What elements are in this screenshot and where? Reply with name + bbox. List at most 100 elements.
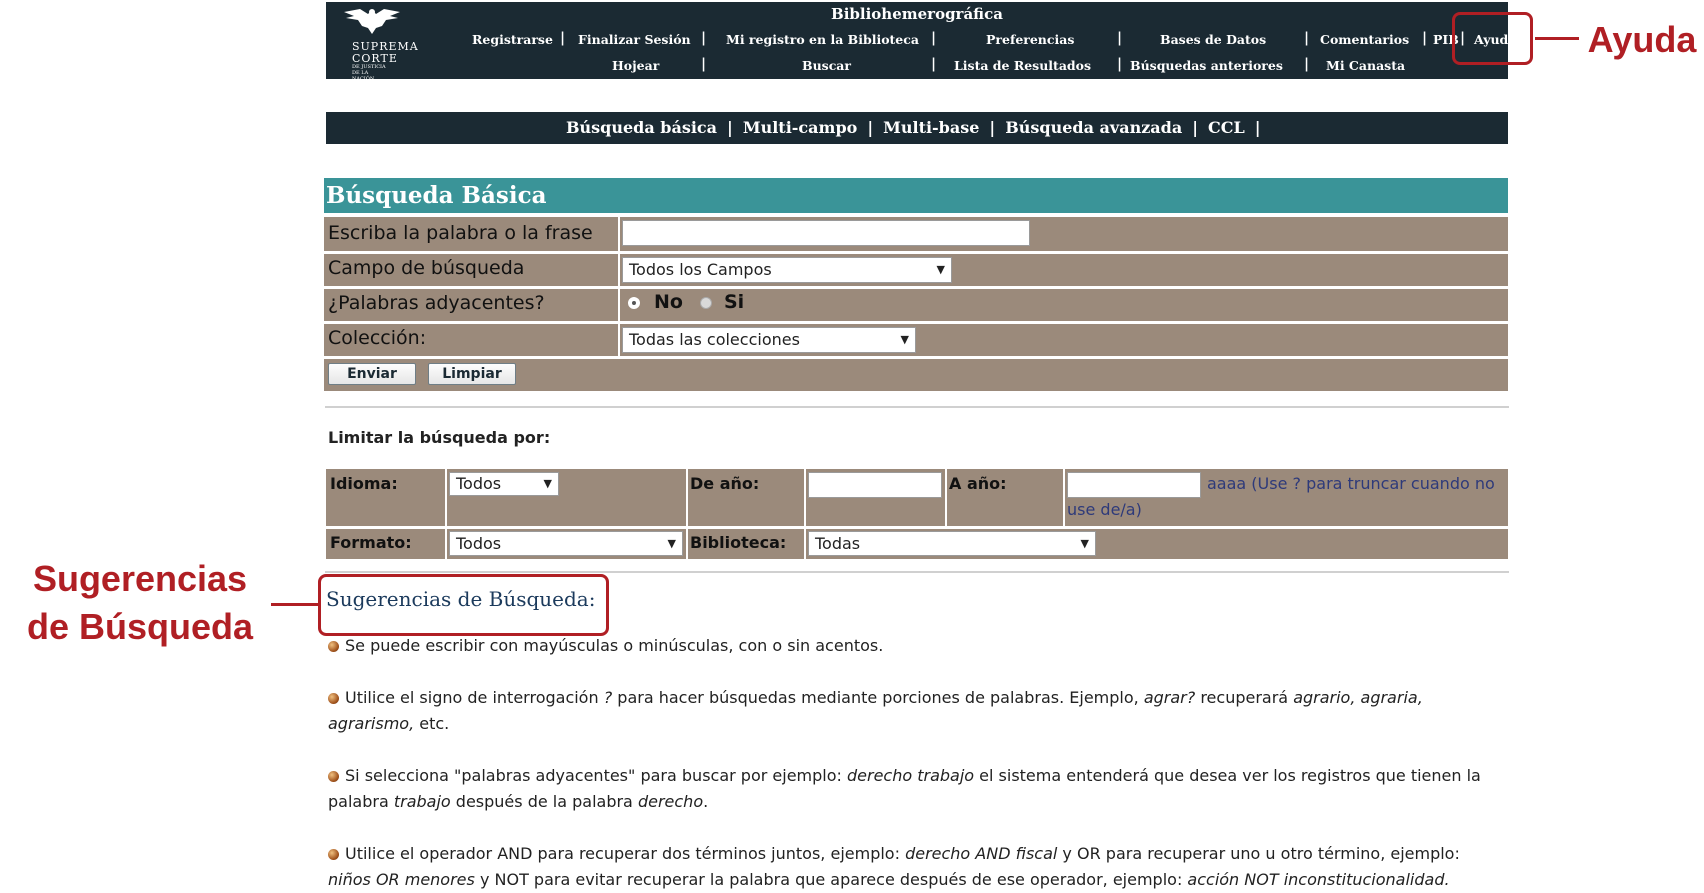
format-select[interactable]: Todos ▼ [449,531,683,556]
collection-select-value: Todas las colecciones [629,330,800,349]
tab-separator: | [867,118,874,137]
section-divider [325,571,1509,573]
nav-hojear[interactable]: Hojear [612,58,659,73]
nav-registrarse[interactable]: Registrarse [472,32,553,47]
from-year-label: De año: [690,474,760,493]
bullet-icon [328,849,339,860]
nav-mi-registro[interactable]: Mi registro en la Biblioteca [726,32,919,47]
field-select[interactable]: Todos los Campos ▼ [622,257,952,283]
tab-busqueda-avanzada[interactable]: Búsqueda avanzada [1005,118,1182,137]
nav-buscar[interactable]: Buscar [802,58,851,73]
adjacent-no-label: No [654,291,683,313]
logo-line-3: DE JUSTICIA DE LA NACIÓN [352,64,386,82]
basic-search-header: Búsqueda Básica [324,178,1508,213]
to-year-label: A año: [949,474,1007,493]
from-year-input[interactable] [808,472,942,498]
tab-multi-campo[interactable]: Multi-campo [743,118,857,137]
year-hint: aaaa (Use ? para truncar cuando no [1207,474,1495,493]
tip-text-italic: agrario, agraria, [1293,688,1423,707]
tip-item: Se puede escribir con mayúsculas o minús… [328,633,1508,659]
nav-lista-resultados[interactable]: Lista de Resultados [954,58,1091,73]
tip-text: Utilice el operador AND para recuperar d… [345,844,906,863]
chevron-down-icon: ▼ [936,263,945,276]
field-select-value: Todos los Campos [629,260,772,279]
tip-text: después de la palabra [450,792,638,811]
tip-text-italic: acción NOT inconstitucionalidad. [1187,870,1450,889]
tab-ccl[interactable]: CCL [1208,118,1245,137]
tip-text-italic: trabajo [393,792,451,811]
nav-separator: | [701,56,707,72]
language-select-value: Todos [456,474,502,493]
limpiar-button[interactable]: Limpiar [428,363,516,385]
nav-separator: | [1422,30,1428,46]
tip-item: Utilice el signo de interrogación ? para… [328,685,1508,737]
nav-comentarios[interactable]: Comentarios [1320,32,1409,47]
enviar-button[interactable]: Enviar [328,363,416,385]
tip-text-italic: agrarismo, [328,714,415,733]
nav-separator: | [560,30,566,46]
tip-text: etc. [414,714,450,733]
chevron-down-icon: ▼ [543,477,552,490]
phrase-input[interactable] [622,220,1030,246]
tip-text-italic: ? [603,688,613,707]
tip-text: para hacer búsquedas mediante porciones … [612,688,1144,707]
bullet-icon [328,771,339,782]
nav-busquedas-anteriores[interactable]: Búsquedas anteriores [1130,58,1283,73]
sugerencias-annotation-line-2: de Búsqueda [26,606,254,647]
col-divider [1063,469,1065,527]
adjacent-no-radio[interactable] [628,297,640,309]
ayuda-annotation: Ayuda [1587,19,1697,60]
library-label: Biblioteca: [690,533,787,552]
language-label: Idioma: [330,474,398,493]
tab-separator: | [727,118,733,137]
nav-separator: | [1117,56,1123,72]
adjacent-yes-label: Si [724,291,745,313]
sugerencias-callout-line [271,603,318,606]
nav-separator: | [931,30,937,46]
format-label: Formato: [330,533,412,552]
tip-text-italic: derecho [637,792,704,811]
chevron-down-icon: ▼ [667,537,676,550]
phrase-label: Escriba la palabra o la frase [328,222,593,244]
tip-text: Se puede escribir con mayúsculas o minús… [345,636,884,655]
tip-text-italic: niños OR menores [328,870,475,889]
adjacent-yes-radio[interactable] [700,297,712,309]
tip-text-italic: derecho trabajo [846,766,975,785]
nav-mi-canasta[interactable]: Mi Canasta [1326,58,1405,73]
row-divider [326,526,1508,529]
tip-text: y NOT para evitar recuperar la palabra q… [474,870,1188,889]
tip-item: Utilice el operador AND para recuperar d… [328,841,1508,893]
nav-bases-de-datos[interactable]: Bases de Datos [1160,32,1266,47]
year-hint-continued: use de/a) [1067,500,1142,519]
tip-text: palabra [328,792,394,811]
ayuda-highlight-box [1452,12,1533,65]
nav-separator: | [701,30,707,46]
col-divider [686,469,688,559]
tip-text: y OR para recuperar uno u otro término, … [1057,844,1460,863]
tab-busqueda-basica[interactable]: Búsqueda básica [566,118,717,137]
col-divider [804,469,806,559]
row-divider [324,251,1508,254]
tip-text-italic: agrar? [1143,688,1196,707]
nav-finalizar-sesion[interactable]: Finalizar Sesión [578,32,691,47]
tip-text-italic: derecho AND fiscal [905,844,1058,863]
row-divider [324,286,1508,289]
sugerencias-annotation-line-1: Sugerencias [32,558,248,599]
chevron-down-icon: ▼ [1080,537,1089,550]
sugerencias-annotation: Sugerencias de Búsqueda [10,555,270,651]
tip-text: . [703,792,709,811]
basic-search-form: Escriba la palabra o la frase Campo de b… [324,217,1508,391]
sugerencias-highlight-box [318,574,609,636]
library-select-value: Todas [815,534,861,553]
collection-select[interactable]: Todas las colecciones ▼ [622,327,916,353]
tab-separator: | [1192,118,1199,137]
col-divider [445,469,447,559]
nav-preferencias[interactable]: Preferencias [986,32,1074,47]
to-year-input[interactable] [1067,472,1201,498]
language-select[interactable]: Todos ▼ [449,472,559,496]
tab-multi-base[interactable]: Multi-base [883,118,979,137]
tip-text: recuperará [1195,688,1294,707]
tip-text: Si selecciona "palabras adyacentes" para… [345,766,847,785]
search-type-bar: Búsqueda básica | Multi-campo | Multi-base | B… [326,112,1508,144]
library-select[interactable]: Todas ▼ [808,531,1096,556]
